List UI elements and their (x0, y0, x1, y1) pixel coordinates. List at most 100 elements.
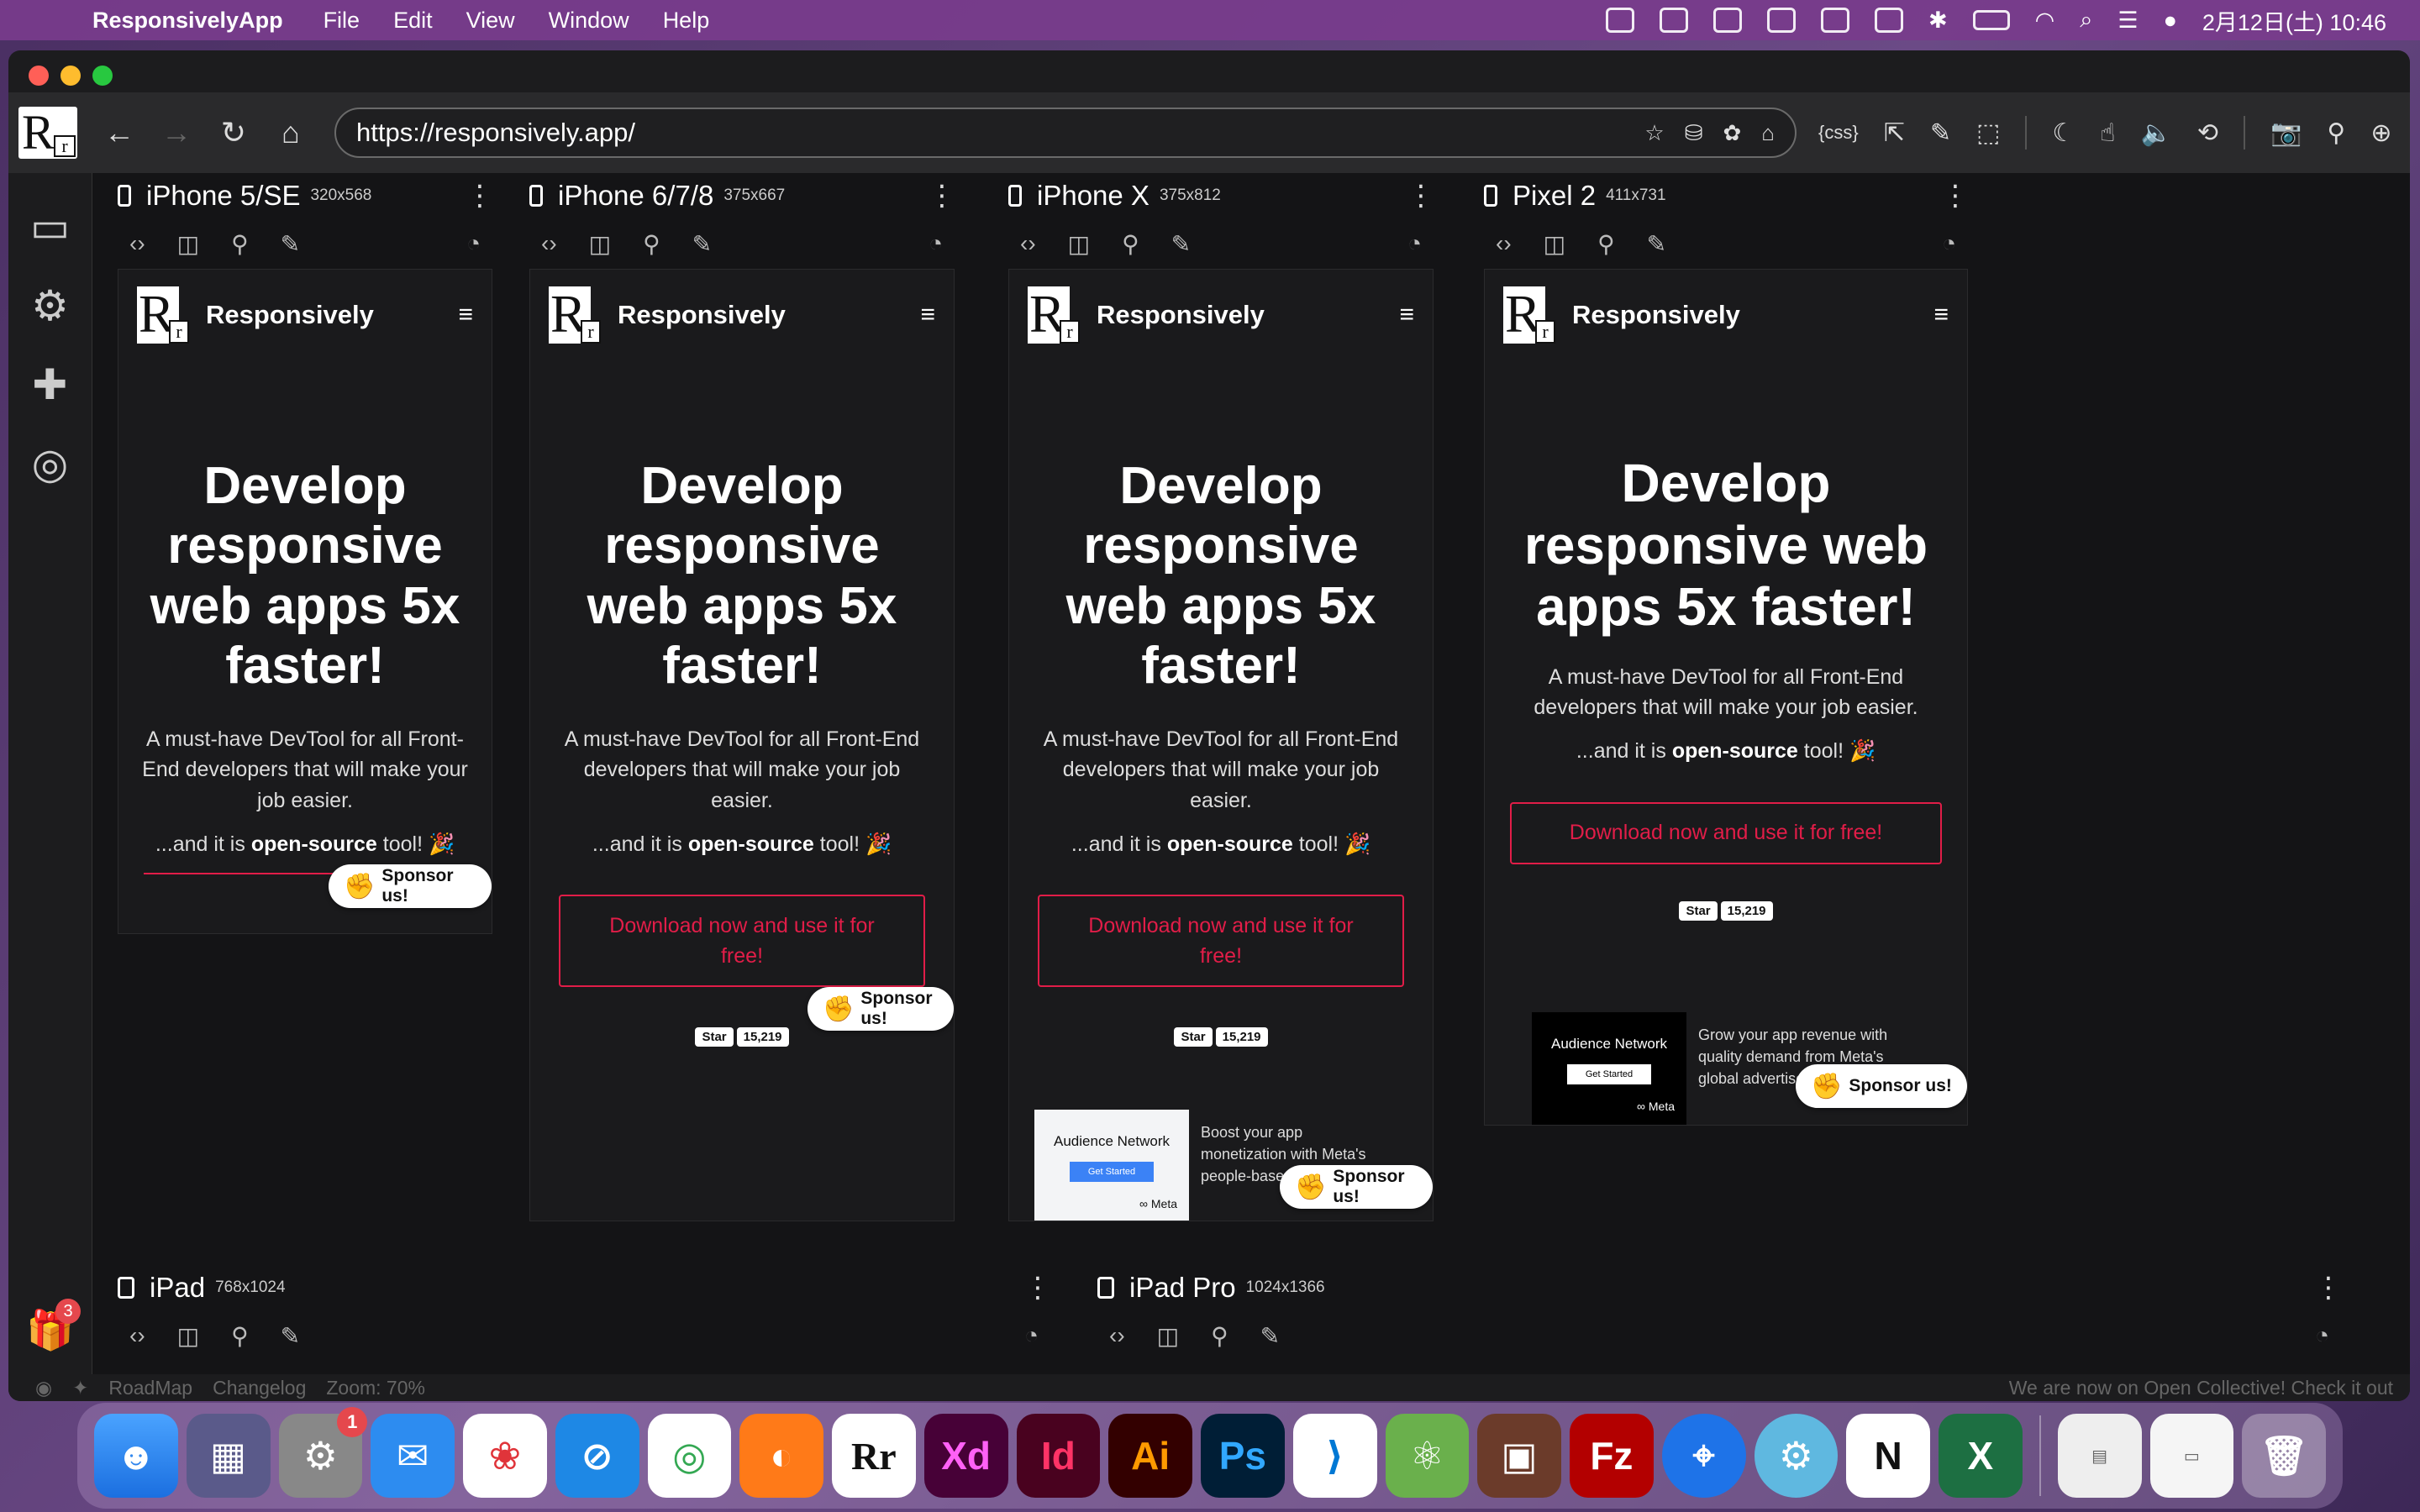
touch-icon[interactable]: ☝ (2100, 118, 2115, 148)
sync-icon[interactable]: ◔ (1407, 230, 1422, 257)
user-icon[interactable] (1767, 8, 1797, 33)
github-star[interactable]: Star 15,219 (1009, 1027, 1433, 1047)
site-brand[interactable]: Responsively (618, 300, 786, 330)
indesign-icon[interactable]: Id (1016, 1414, 1101, 1498)
download-button[interactable]: Download now and use it for free! (559, 895, 925, 988)
edit-icon[interactable]: ✎ (1171, 230, 1191, 258)
close-window-button[interactable] (29, 66, 49, 86)
site-brand[interactable]: Responsively (1097, 300, 1265, 330)
sound-icon[interactable]: 🔈 (2141, 118, 2172, 148)
vscode-icon[interactable]: ⟩ (1292, 1414, 1377, 1498)
hamburger-icon[interactable]: ≡ (458, 301, 473, 329)
atom-icon[interactable]: ⚛ (1385, 1414, 1470, 1498)
pdf-document-icon[interactable]: ▤ (2057, 1414, 2142, 1498)
excel-icon[interactable]: X (1939, 1414, 2023, 1498)
screenshot-icon[interactable]: ◫ (1157, 1322, 1179, 1350)
download-button[interactable]: Download now and use it for free! (1038, 895, 1404, 988)
cloud-icon[interactable] (1713, 8, 1743, 33)
filezilla-icon[interactable]: Fz (1570, 1414, 1654, 1498)
code-icon[interactable]: ‹› (541, 230, 557, 257)
screenshot-icon[interactable]: ◫ (589, 230, 611, 258)
twitter-icon[interactable]: ✦ (72, 1377, 88, 1399)
dark-mode-icon[interactable]: ☾ (2052, 118, 2075, 148)
camera-icon[interactable]: 📷 (2270, 118, 2302, 148)
siri-icon[interactable]: ● (2164, 8, 2177, 34)
menu-edit[interactable]: Edit (393, 8, 433, 34)
site-brand[interactable]: Responsively (1572, 300, 1740, 330)
eyedropper-icon[interactable]: ⚲ (2327, 118, 2345, 148)
sponsor-button[interactable]: ✊ Sponsor us! (1280, 1165, 1433, 1209)
sponsor-button[interactable]: ✊ Sponsor us! (329, 864, 492, 908)
finder-icon[interactable]: ☻ (94, 1414, 178, 1498)
cookie-icon[interactable]: ✿ (1723, 120, 1741, 146)
device-menu-icon[interactable]: ⋮ (1407, 179, 1435, 213)
zoom-window-button[interactable] (92, 66, 113, 86)
css-inject-button[interactable]: {css} (1818, 122, 1859, 144)
screenshot-icon[interactable]: ◫ (177, 1322, 199, 1350)
rotate-icon[interactable]: ⟲ (2197, 118, 2218, 148)
site-logo[interactable]: Rr (549, 285, 601, 344)
sync-icon[interactable]: ◔ (466, 230, 481, 257)
gift-icon[interactable]: 🎁 3 (25, 1299, 81, 1357)
url-input[interactable] (356, 118, 1645, 148)
zoom-in-icon[interactable]: ⊕ (2370, 118, 2391, 148)
photoshop-icon[interactable]: Ps (1201, 1414, 1285, 1498)
spotlight-icon[interactable]: ⌕ (2080, 7, 2092, 34)
eyedropper-icon[interactable]: ⚲ (1122, 230, 1139, 258)
globe-icon[interactable]: ◎ (25, 438, 76, 489)
safari-icon[interactable]: ⊘ (555, 1414, 639, 1498)
sync-icon[interactable]: ◔ (929, 230, 943, 257)
code-icon[interactable]: ‹› (1496, 230, 1512, 257)
bookmark-star-icon[interactable]: ☆ (1644, 120, 1664, 146)
screenshot-icon[interactable]: ◫ (177, 230, 199, 258)
minimize-window-button[interactable] (60, 66, 81, 86)
code-icon[interactable]: ‹› (129, 230, 145, 257)
reload-icon[interactable]: ↻ (217, 115, 250, 150)
sync-icon[interactable]: ◔ (1942, 230, 1956, 257)
home-icon[interactable]: ⌂ (274, 115, 308, 150)
device-menu-icon[interactable]: ⋮ (2314, 1271, 2343, 1305)
check-icon[interactable] (1660, 8, 1689, 33)
github-icon[interactable]: ◉ (35, 1377, 52, 1399)
sync-icon[interactable]: ◔ (2315, 1322, 2329, 1349)
ad-image[interactable]: Audience Network Get Started ∞ Meta (1532, 1012, 1686, 1125)
permissions-icon[interactable]: ⌂ (1761, 120, 1775, 146)
wifi-icon[interactable]: ◠ (2035, 8, 2055, 34)
address-bar[interactable]: ☆ ⛁ ✿ ⌂ (334, 108, 1797, 158)
devices-icon[interactable]: ▭ (25, 202, 76, 252)
menu-file[interactable]: File (324, 8, 360, 34)
download-button[interactable]: Download now and use it for free! (1510, 801, 1942, 864)
eyedropper-icon[interactable]: ⚲ (231, 1322, 249, 1350)
location-icon[interactable]: ⌖ (1661, 1414, 1746, 1498)
launchpad-icon[interactable]: ▦ (186, 1414, 271, 1498)
clipboard-icon[interactable] (1821, 8, 1850, 33)
trash-icon[interactable]: 🗑 (2242, 1414, 2326, 1498)
inspect-icon[interactable]: ⇱ (1884, 118, 1905, 148)
notion-icon[interactable]: N (1846, 1414, 1930, 1498)
device-menu-icon[interactable]: ⋮ (928, 179, 956, 213)
record-icon[interactable] (1606, 8, 1635, 33)
menu-window[interactable]: Window (549, 8, 629, 34)
app-menu[interactable]: ResponsivelyApp (92, 8, 283, 34)
extensions-icon[interactable]: ✚ (25, 360, 76, 410)
chrome-icon[interactable]: ◎ (647, 1414, 732, 1498)
device-menu-icon[interactable]: ⋮ (1023, 1271, 1052, 1305)
system-preferences-icon[interactable]: ⚙ 1 (278, 1407, 368, 1498)
firefox-icon[interactable]: ◐ (739, 1414, 823, 1498)
code-icon[interactable]: ‹› (1109, 1322, 1125, 1349)
ad-image[interactable]: Audience Network Get Started ∞ Meta (1034, 1110, 1189, 1221)
device-menu-icon[interactable]: ⋮ (1941, 179, 1970, 213)
sync-icon[interactable]: ◔ (1024, 1322, 1039, 1349)
eyedropper-icon[interactable]: ⚲ (643, 230, 660, 258)
gear-app-icon[interactable]: ⚙ (1754, 1414, 1839, 1498)
back-icon[interactable]: ← (103, 115, 136, 150)
code-icon[interactable]: ‹› (129, 1322, 145, 1349)
chrome-window-icon[interactable]: ▭ (2149, 1414, 2234, 1498)
adobe-xd-icon[interactable]: Xd (923, 1414, 1008, 1498)
menu-view[interactable]: View (466, 8, 515, 34)
edit-icon[interactable]: ✎ (1647, 230, 1666, 258)
database-icon[interactable]: ⛁ (1685, 120, 1703, 146)
edit-icon[interactable]: ✎ (1260, 1322, 1280, 1350)
site-logo[interactable]: Rr (137, 285, 189, 344)
gear-icon[interactable]: ⚙ (25, 281, 76, 331)
